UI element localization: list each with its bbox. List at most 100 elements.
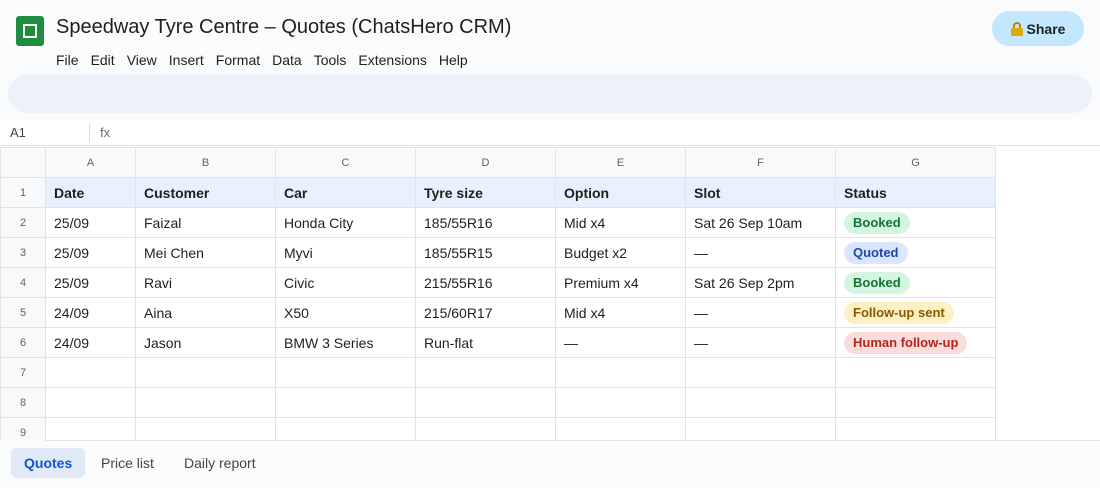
cell-customer[interactable]: Aina — [135, 297, 276, 328]
menu-file[interactable]: File — [56, 52, 85, 68]
menu-data[interactable]: Data — [266, 52, 308, 68]
table-row: 8 — [0, 387, 996, 418]
table-row: 5 24/09 Aina X50 215/60R17 Mid x4— Follow-up s… — [0, 297, 996, 328]
cell-slot[interactable]: — — [685, 237, 836, 268]
status-cell[interactable]: Booked — [835, 267, 996, 298]
column-header-a[interactable]: A — [45, 147, 136, 178]
status-cell[interactable]: Quoted — [835, 237, 996, 268]
sheet-tabs-bar: Quotes Price list Daily report — [0, 441, 1100, 488]
status-cell[interactable]: Follow-up sent — [835, 297, 996, 328]
empty-cell[interactable] — [835, 357, 996, 388]
cell-date[interactable]: 24/09 — [45, 327, 136, 358]
header-cell[interactable]: Customer — [135, 177, 276, 208]
name-box[interactable]: A1 — [10, 125, 26, 140]
empty-cell[interactable] — [555, 357, 686, 388]
row-header[interactable]: 1 — [0, 177, 46, 208]
cell-option[interactable]: Mid x4 — [555, 207, 686, 238]
cell-slot[interactable]: — — [685, 327, 836, 358]
empty-cell[interactable] — [275, 387, 416, 418]
cell-tyre-size[interactable]: 185/55R15 — [415, 237, 556, 268]
header-row: 1 Date Customer Car Tyre size Option Slot Statu… — [0, 177, 996, 208]
empty-cell[interactable] — [555, 387, 686, 418]
row-header[interactable]: 3 — [0, 237, 46, 268]
row-header[interactable]: 8 — [0, 387, 46, 418]
empty-cell[interactable] — [415, 357, 556, 388]
document-title[interactable]: Speedway Tyre Centre – Quotes (ChatsHero… — [56, 16, 511, 39]
menu-format[interactable]: Format — [210, 52, 266, 68]
cell-customer[interactable]: Ravi — [135, 267, 276, 298]
empty-cell[interactable] — [135, 357, 276, 388]
cell-tyre-size[interactable]: 215/55R16 — [415, 267, 556, 298]
column-header-g[interactable]: G — [835, 147, 996, 178]
sheet-tab-quotes[interactable]: Quotes — [11, 448, 86, 478]
header-cell[interactable]: Car — [275, 177, 416, 208]
share-button[interactable]: Share — [992, 11, 1084, 46]
status-badge: Booked — [844, 271, 910, 294]
sheets-logo-icon[interactable] — [16, 16, 44, 46]
cell-car[interactable]: Honda City — [275, 207, 416, 238]
menu-tools[interactable]: Tools — [308, 52, 353, 68]
empty-cell[interactable] — [45, 357, 136, 388]
empty-cell[interactable] — [685, 357, 836, 388]
menu-help[interactable]: Help — [433, 52, 474, 68]
cell-option[interactable]: — — [555, 327, 686, 358]
cell-customer[interactable]: Mei Chen — [135, 237, 276, 268]
cell-customer[interactable]: Jason — [135, 327, 276, 358]
empty-cell[interactable] — [275, 357, 416, 388]
cell-date[interactable]: 25/09 — [45, 237, 136, 268]
empty-cell[interactable] — [835, 387, 996, 418]
empty-cell[interactable] — [685, 387, 836, 418]
cell-car[interactable]: X50 — [275, 297, 416, 328]
cell-option[interactable]: Mid x4 — [555, 297, 686, 328]
cell-car[interactable]: Myvi — [275, 237, 416, 268]
cell-car[interactable]: Civic — [275, 267, 416, 298]
cell-slot[interactable]: Sat 26 Sep 2pm — [685, 267, 836, 298]
cell-slot[interactable]: Sat 26 Sep 10am — [685, 207, 836, 238]
cell-date[interactable]: 25/09 — [45, 267, 136, 298]
column-header-f[interactable]: F — [685, 147, 836, 178]
empty-cell[interactable] — [45, 387, 136, 418]
empty-cell[interactable] — [135, 387, 276, 418]
cell-customer[interactable]: Faizal — [135, 207, 276, 238]
column-header-e[interactable]: E — [555, 147, 686, 178]
column-header-b[interactable]: B — [135, 147, 276, 178]
select-all-corner[interactable] — [0, 147, 46, 178]
row-header[interactable]: 2 — [0, 207, 46, 238]
menu-view[interactable]: View — [121, 52, 163, 68]
menu-insert[interactable]: Insert — [163, 52, 210, 68]
cell-option[interactable]: Budget x2 — [555, 237, 686, 268]
header-cell[interactable]: Slot — [685, 177, 836, 208]
cell-date[interactable]: 24/09 — [45, 297, 136, 328]
status-badge: Quoted — [844, 241, 908, 264]
menu-extensions[interactable]: Extensions — [352, 52, 432, 68]
cell-tyre-size[interactable]: 185/55R16 — [415, 207, 556, 238]
sheet-tab-price-list[interactable]: Price list — [88, 448, 167, 478]
status-badge: Follow-up sent — [844, 301, 954, 324]
cell-date[interactable]: 25/09 — [45, 207, 136, 238]
row-header[interactable]: 6 — [0, 327, 46, 358]
row-header[interactable]: 4 — [0, 267, 46, 298]
header-cell[interactable]: Tyre size — [415, 177, 556, 208]
column-header-d[interactable]: D — [415, 147, 556, 178]
cell-option[interactable]: Premium x4 — [555, 267, 686, 298]
status-cell[interactable]: Booked — [835, 207, 996, 238]
menu-edit[interactable]: Edit — [85, 52, 121, 68]
status-badge: Human follow-up — [844, 331, 968, 354]
cell-slot[interactable]: — — [685, 297, 836, 328]
header-cell[interactable]: Status — [835, 177, 996, 208]
table-row: 6 24/09 Jason BMW 3 Series Run-flat — — Human f… — [0, 327, 996, 358]
cell-car[interactable]: BMW 3 Series — [275, 327, 416, 358]
header-cell[interactable]: Date — [45, 177, 136, 208]
toolbar — [8, 75, 1092, 113]
sheet-tab-daily-report[interactable]: Daily report — [171, 448, 269, 478]
empty-cell[interactable] — [415, 387, 556, 418]
row-header[interactable]: 5 — [0, 297, 46, 328]
column-header-c[interactable]: C — [275, 147, 416, 178]
cell-tyre-size[interactable]: Run-flat — [415, 327, 556, 358]
header-cell[interactable]: Option — [555, 177, 686, 208]
table-row: 3 25/09 Mei Chen Myvi 185/55R15 Budget x2— Quo… — [0, 237, 996, 268]
row-header[interactable]: 7 — [0, 357, 46, 388]
formula-bar-divider — [89, 124, 90, 142]
cell-tyre-size[interactable]: 215/60R17 — [415, 297, 556, 328]
status-cell[interactable]: Human follow-up — [835, 327, 996, 358]
